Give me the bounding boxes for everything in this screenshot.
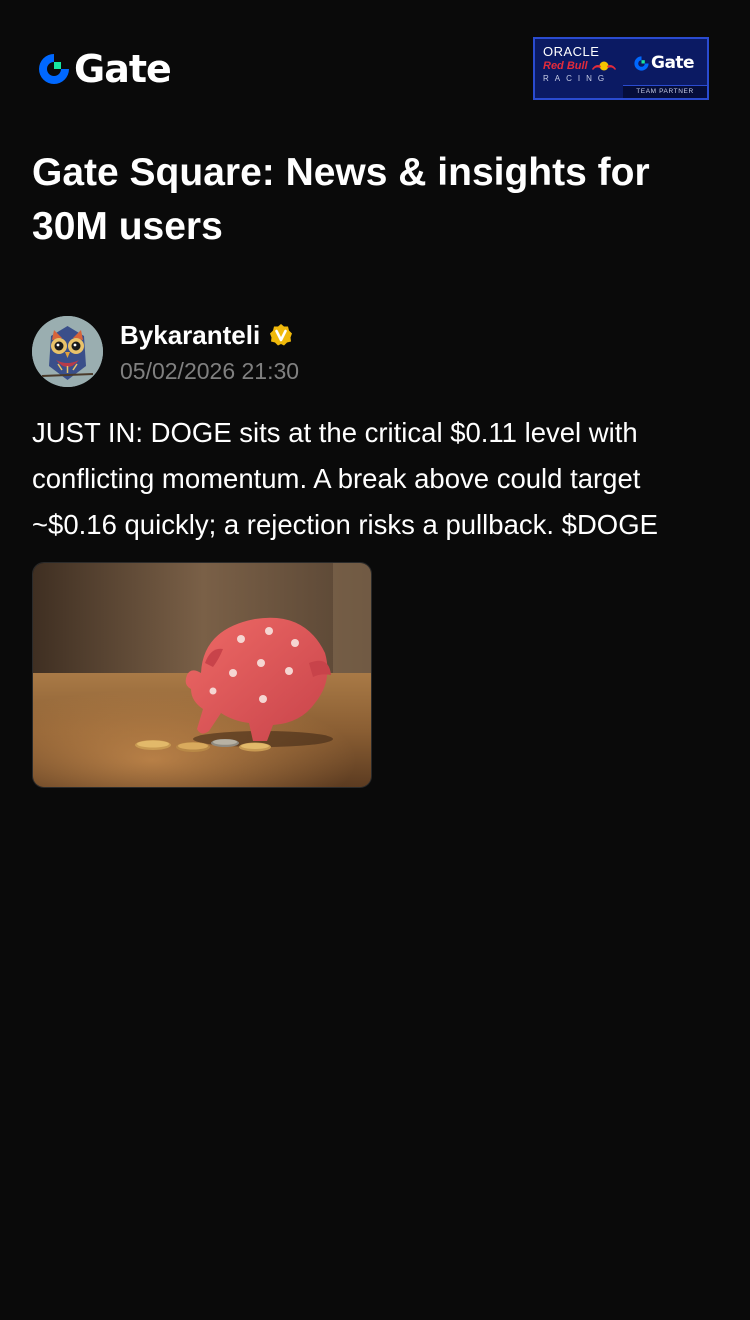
owl-avatar-icon <box>32 316 103 387</box>
redbull-text: Red Bull <box>543 60 588 72</box>
oracle-text: ORACLE <box>543 44 600 59</box>
partner-gate-text: Gate <box>651 53 695 73</box>
verified-badge-icon <box>270 324 293 346</box>
avatar[interactable] <box>32 316 103 387</box>
piggy-bank-photo <box>33 563 371 787</box>
header: Gate ORACLE Red Bull RACING Gate TEAM PA… <box>0 0 750 140</box>
author-name[interactable]: Bykaranteli <box>120 318 260 352</box>
racing-text: RACING <box>543 74 611 83</box>
post-body: JUST IN: DOGE sits at the critical $0.11… <box>32 417 658 540</box>
oracle-redbull-racing-logo: ORACLE Red Bull RACING <box>543 45 625 85</box>
partner-gate-logo: Gate <box>633 53 695 73</box>
page-title: Gate Square: News & insights for 30M use… <box>32 151 650 248</box>
post-author: Bykaranteli 05/02/2026 21:30 <box>32 316 722 388</box>
logo-text: Gate <box>74 47 172 91</box>
redbull-bulls-icon <box>591 61 616 71</box>
team-partner-label: TEAM PARTNER <box>623 85 707 98</box>
post-timestamp: 05/02/2026 21:30 <box>120 358 300 384</box>
post-image[interactable] <box>32 562 372 788</box>
team-partner-badge[interactable]: ORACLE Red Bull RACING Gate TEAM PARTNER <box>533 37 709 100</box>
gate-logo-icon <box>39 54 69 84</box>
gate-logo[interactable]: Gate <box>36 47 172 91</box>
gate-logo-icon <box>634 55 649 71</box>
